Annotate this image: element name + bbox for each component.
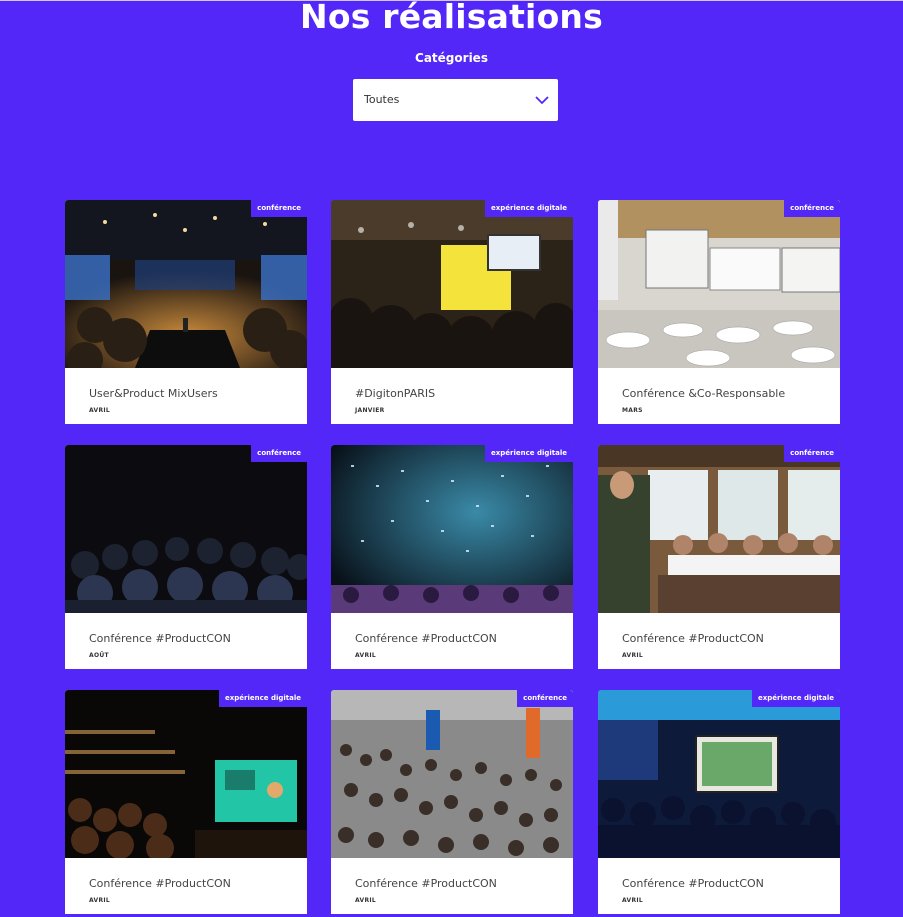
- project-title: Conférence &Co-Responsable: [622, 387, 786, 400]
- category-badge: expérience digitale: [485, 200, 573, 217]
- category-select-value: Toutes: [364, 93, 400, 106]
- project-photo: [331, 200, 573, 368]
- project-month: AVRIL: [355, 897, 377, 904]
- category-filter-label: Catégories: [415, 51, 488, 65]
- project-card[interactable]: conférence Conférence &Co-Responsable MA…: [598, 200, 840, 424]
- project-card[interactable]: expérience digitale #DigitonPARIS JANVIE…: [331, 200, 573, 424]
- project-photo: [65, 445, 307, 613]
- category-badge: expérience digitale: [485, 445, 573, 462]
- category-badge: conférence: [251, 200, 307, 217]
- project-card[interactable]: conférence Conférence #ProductCON AVRIL: [598, 445, 840, 669]
- chevron-down-icon: [534, 92, 550, 108]
- category-badge: conférence: [251, 445, 307, 462]
- category-select[interactable]: Toutes: [353, 79, 558, 121]
- project-photo: [331, 690, 573, 858]
- category-badge: expérience digitale: [752, 690, 840, 707]
- category-badge: conférence: [784, 200, 840, 217]
- project-card[interactable]: expérience digitale Conférence #ProductC…: [331, 445, 573, 669]
- project-card[interactable]: expérience digitale Conférence #ProductC…: [598, 690, 840, 914]
- project-month: AOÛT: [89, 652, 109, 659]
- project-title: Conférence #ProductCON: [355, 632, 497, 645]
- project-title: Conférence #ProductCON: [89, 632, 231, 645]
- project-month: AVRIL: [89, 407, 111, 414]
- category-badge: conférence: [517, 690, 573, 707]
- project-title: Conférence #ProductCON: [622, 877, 764, 890]
- project-month: AVRIL: [622, 897, 644, 904]
- project-month: MARS: [622, 407, 643, 414]
- project-photo: [598, 200, 840, 368]
- project-month: JANVIER: [355, 407, 385, 414]
- project-title: Conférence #ProductCON: [622, 632, 764, 645]
- category-badge: expérience digitale: [219, 690, 307, 707]
- page-title: Nos réalisations: [300, 0, 603, 36]
- category-badge: conférence: [784, 445, 840, 462]
- project-photo: [65, 690, 307, 858]
- project-card[interactable]: conférence User&Product MixUsers AVRIL: [65, 200, 307, 424]
- project-title: Conférence #ProductCON: [89, 877, 231, 890]
- project-photo: [65, 200, 307, 368]
- project-photo: [598, 445, 840, 613]
- project-card[interactable]: conférence Conférence #ProductCON AVRIL: [331, 690, 573, 914]
- project-month: AVRIL: [622, 652, 644, 659]
- project-month: AVRIL: [355, 652, 377, 659]
- project-title: User&Product MixUsers: [89, 387, 218, 400]
- project-card[interactable]: conférence Conférence #ProductCON AOÛT: [65, 445, 307, 669]
- project-title: Conférence #ProductCON: [355, 877, 497, 890]
- project-card[interactable]: expérience digitale Conférence #ProductC…: [65, 690, 307, 914]
- project-photo: [598, 690, 840, 858]
- project-title: #DigitonPARIS: [355, 387, 436, 400]
- project-photo: [331, 445, 573, 613]
- project-month: AVRIL: [89, 897, 111, 904]
